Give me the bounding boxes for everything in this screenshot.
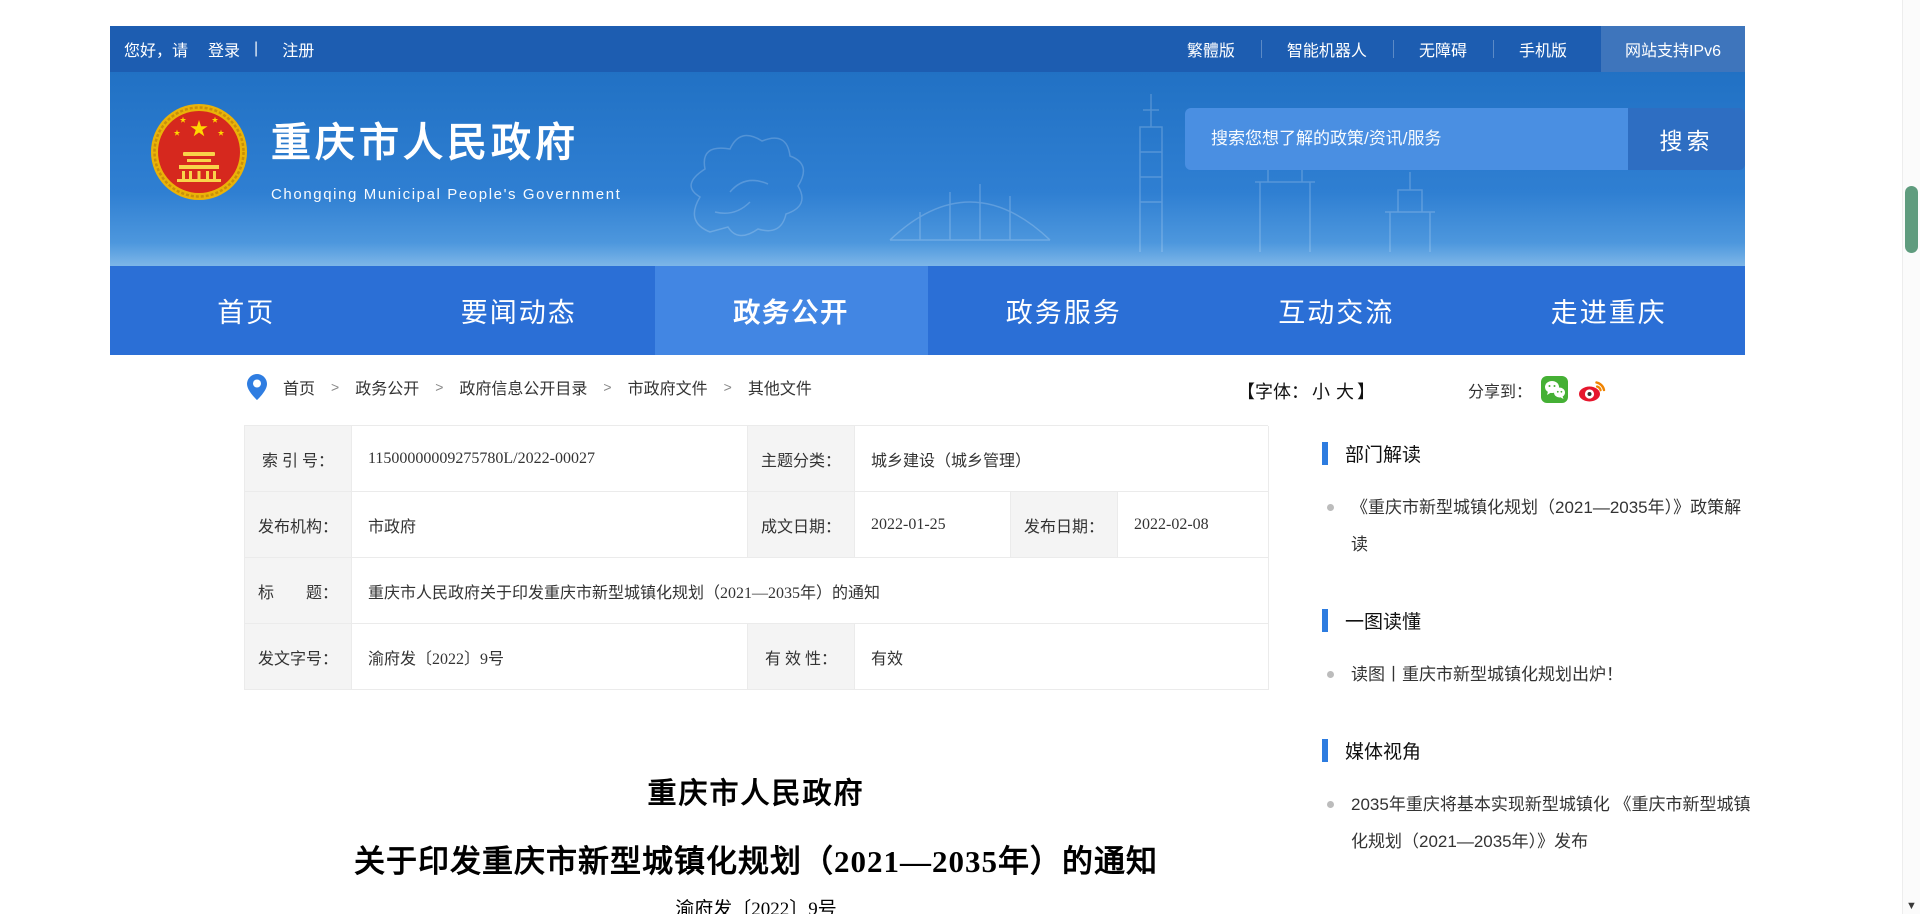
document-info-table: 索 引 号： 11500000009275780L/2022-00027 主题分… <box>244 425 1268 690</box>
topic-category-label: 主题分类： <box>748 426 855 492</box>
location-pin-icon <box>247 374 267 400</box>
site-name: 重庆市人民政府 <box>271 110 621 168</box>
nav-item-home[interactable]: 首页 <box>110 266 383 355</box>
table-row: 标 题： 重庆市人民政府关于印发重庆市新型城镇化规划（2021—2035年）的通… <box>245 558 1268 624</box>
publish-date-value: 2022-02-08 <box>1118 492 1269 558</box>
scrollbar-down-icon[interactable]: ▼ <box>1903 900 1920 912</box>
doc-number-value: 渝府发〔2022〕9号 <box>352 624 748 690</box>
breadcrumb-separator: > <box>435 379 443 395</box>
nav-item-about-chongqing[interactable]: 走进重庆 <box>1473 266 1746 355</box>
account-links: 您好，请 登录 | 注册 <box>124 37 314 61</box>
topic-category-value: 城乡建设（城乡管理） <box>855 426 1269 492</box>
breadcrumb: 首页 > 政务公开 > 政府信息公开目录 > 市政府文件 > 其他文件 <box>247 374 812 400</box>
table-row: 发文字号： 渝府发〔2022〕9号 有 效 性： 有效 <box>245 624 1268 690</box>
breadcrumb-info-catalog[interactable]: 政府信息公开目录 <box>459 375 587 399</box>
top-utility-bar: 您好，请 登录 | 注册 繁體版 智能机器人 无障碍 手机版 网站支持IPv6 <box>110 26 1745 72</box>
index-number-label: 索 引 号： <box>245 426 352 492</box>
index-number-value: 11500000009275780L/2022-00027 <box>352 426 748 492</box>
publish-date-label: 发布日期： <box>1011 492 1118 558</box>
divider: | <box>254 40 258 58</box>
table-row: 发布机构： 市政府 成文日期： 2022-01-25 发布日期： 2022-02… <box>245 492 1268 558</box>
site-name-english: Chongqing Municipal People's Government <box>271 186 621 203</box>
doc-title-value: 重庆市人民政府关于印发重庆市新型城镇化规划（2021—2035年）的通知 <box>352 558 1269 624</box>
main-nav: 首页 要闻动态 政务公开 政务服务 互动交流 走进重庆 <box>110 266 1745 355</box>
breadcrumb-separator: > <box>603 379 611 395</box>
section-title: 媒体视角 <box>1345 737 1421 764</box>
breadcrumb-other-docs[interactable]: 其他文件 <box>748 375 812 399</box>
search-input[interactable] <box>1185 108 1628 170</box>
nav-item-interaction[interactable]: 互动交流 <box>1200 266 1473 355</box>
section-title: 一图读懂 <box>1345 607 1421 634</box>
font-size-control: 【字体：小大】 <box>1237 378 1375 404</box>
scrollbar-thumb[interactable] <box>1905 186 1918 253</box>
written-date-label: 成文日期： <box>748 492 855 558</box>
site-search: 搜索 <box>1185 108 1745 170</box>
share-label: 分享到： <box>1468 378 1532 402</box>
sidebar-section-media-view: 媒体视角 2035年重庆将基本实现新型城镇化 《重庆市新型城镇化规划（2021—… <box>1322 737 1752 860</box>
smart-robot-link[interactable]: 智能机器人 <box>1261 26 1393 72</box>
site-title-block: 重庆市人民政府 Chongqing Municipal People's Gov… <box>271 102 621 203</box>
document-title-line1: 重庆市人民政府 <box>244 770 1268 812</box>
site-version-links: 繁體版 智能机器人 无障碍 手机版 网站支持IPv6 <box>1161 26 1745 72</box>
doc-title-label: 标 题： <box>245 558 352 624</box>
table-row: 索 引 号： 11500000009275780L/2022-00027 主题分… <box>245 426 1268 492</box>
validity-label: 有 效 性： <box>748 624 855 690</box>
sidebar-link-media-article[interactable]: 2035年重庆将基本实现新型城镇化 《重庆市新型城镇化规划（2021—2035年… <box>1322 786 1752 860</box>
greeting-text: 您好，请 <box>124 37 188 61</box>
page-scrollbar[interactable]: ▼ <box>1902 0 1920 914</box>
national-emblem-icon <box>149 102 249 202</box>
share-bar: 分享到： <box>1468 376 1606 403</box>
breadcrumb-home[interactable]: 首页 <box>283 375 315 399</box>
sidebar-section-department-interpretation: 部门解读 《重庆市新型城镇化规划（2021—2035年）》政策解读 <box>1322 440 1752 563</box>
sidebar-section-one-image: 一图读懂 读图丨重庆市新型城镇化规划出炉！ <box>1322 607 1752 693</box>
font-larger-button[interactable]: 大 <box>1336 382 1354 402</box>
section-accent-bar <box>1322 739 1328 762</box>
nav-item-gov-disclosure[interactable]: 政务公开 <box>655 266 928 355</box>
breadcrumb-separator: > <box>724 379 732 395</box>
issuing-agency-value: 市政府 <box>352 492 748 558</box>
section-header: 部门解读 <box>1322 440 1752 467</box>
page: 您好，请 登录 | 注册 繁體版 智能机器人 无障碍 手机版 网站支持IPv6 <box>0 0 1920 914</box>
section-header: 媒体视角 <box>1322 737 1752 764</box>
traditional-chinese-link[interactable]: 繁體版 <box>1161 26 1261 72</box>
section-accent-bar <box>1322 442 1328 465</box>
breadcrumb-city-gov-docs[interactable]: 市政府文件 <box>628 375 708 399</box>
accessibility-link[interactable]: 无障碍 <box>1393 26 1493 72</box>
section-header: 一图读懂 <box>1322 607 1752 634</box>
nav-item-news[interactable]: 要闻动态 <box>383 266 656 355</box>
weibo-icon[interactable] <box>1577 376 1606 403</box>
written-date-value: 2022-01-25 <box>855 492 1011 558</box>
breadcrumb-separator: > <box>331 379 339 395</box>
document-number: 渝府发〔2022〕9号 <box>244 894 1268 914</box>
validity-value: 有效 <box>855 624 1269 690</box>
register-link[interactable]: 注册 <box>282 37 314 61</box>
section-accent-bar <box>1322 609 1328 632</box>
breadcrumb-gov-disclosure[interactable]: 政务公开 <box>355 375 419 399</box>
sidebar-link-infographic[interactable]: 读图丨重庆市新型城镇化规划出炉！ <box>1322 656 1752 693</box>
doc-number-label: 发文字号： <box>245 624 352 690</box>
sidebar-link-policy-interpretation[interactable]: 《重庆市新型城镇化规划（2021—2035年）》政策解读 <box>1322 489 1752 563</box>
login-link[interactable]: 登录 <box>208 37 240 61</box>
related-sidebar: 部门解读 《重庆市新型城镇化规划（2021—2035年）》政策解读 一图读懂 读… <box>1322 440 1752 904</box>
search-button[interactable]: 搜索 <box>1628 108 1745 170</box>
section-title: 部门解读 <box>1345 440 1421 467</box>
site-logo[interactable]: 重庆市人民政府 Chongqing Municipal People's Gov… <box>149 102 621 203</box>
font-control-prefix: 【字体： <box>1237 382 1309 402</box>
font-control-suffix: 】 <box>1357 382 1375 402</box>
nav-item-gov-services[interactable]: 政务服务 <box>928 266 1201 355</box>
document-title-line2: 关于印发重庆市新型城镇化规划（2021—2035年）的通知 <box>244 836 1268 881</box>
mobile-version-link[interactable]: 手机版 <box>1493 26 1593 72</box>
font-smaller-button[interactable]: 小 <box>1312 382 1330 402</box>
site-header: 重庆市人民政府 Chongqing Municipal People's Gov… <box>110 72 1745 266</box>
ipv6-badge[interactable]: 网站支持IPv6 <box>1601 26 1745 72</box>
wechat-icon[interactable] <box>1541 376 1568 403</box>
issuing-agency-label: 发布机构： <box>245 492 352 558</box>
